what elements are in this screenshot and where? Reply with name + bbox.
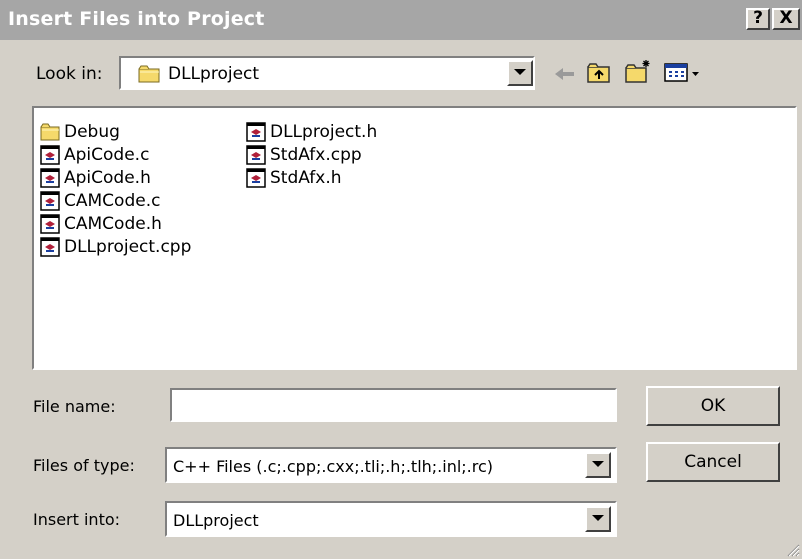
files-of-type-dropdown-button[interactable] <box>585 452 611 478</box>
list-item[interactable]: ApiCode.h <box>40 166 151 190</box>
source-file-icon <box>40 191 60 211</box>
file-name: DLLproject.cpp <box>64 237 192 257</box>
new-folder-icon[interactable] <box>624 58 654 84</box>
window-title: Insert Files into Project <box>8 8 265 30</box>
folder-icon <box>40 123 60 141</box>
chevron-down-icon <box>592 515 604 521</box>
file-name-label: File name: <box>33 397 116 416</box>
help-button[interactable]: ? <box>746 8 770 30</box>
source-file-icon <box>246 145 266 165</box>
cancel-button[interactable]: Cancel <box>646 442 780 482</box>
list-item[interactable]: DLLproject.cpp <box>40 235 191 259</box>
up-folder-icon[interactable] <box>586 62 612 84</box>
list-item[interactable]: CAMCode.h <box>40 212 162 236</box>
file-list[interactable]: Debug ApiCode.c ApiCode.h CAMCode.c CAMC… <box>32 106 797 370</box>
source-file-icon <box>40 214 60 234</box>
look-in-combobox[interactable]: DLLproject <box>119 56 535 90</box>
list-item[interactable]: StdAfx.cpp <box>246 143 362 167</box>
resize-grip-icon[interactable] <box>784 541 800 557</box>
files-of-type-value: C++ Files (.c;.cpp;.cxx;.tli;.h;.tlh;.in… <box>173 457 494 476</box>
file-name: StdAfx.cpp <box>270 145 362 165</box>
insert-files-dialog: Insert Files into Project ? X Look in: D… <box>0 0 802 559</box>
file-name: StdAfx.h <box>270 168 342 188</box>
list-item[interactable]: DLLproject.h <box>246 120 377 144</box>
list-item-folder-debug[interactable]: Debug <box>40 120 120 144</box>
insert-into-dropdown-button[interactable] <box>585 506 611 532</box>
source-file-icon <box>40 237 60 257</box>
list-item[interactable]: CAMCode.c <box>40 189 160 213</box>
file-name: Debug <box>64 122 120 142</box>
file-name: DLLproject.h <box>270 122 378 142</box>
look-in-label: Look in: <box>36 64 103 84</box>
look-in-dropdown-button[interactable] <box>507 60 533 86</box>
folder-icon <box>138 65 160 83</box>
close-button[interactable]: X <box>772 8 800 30</box>
back-arrow-icon[interactable] <box>553 65 577 83</box>
list-item[interactable]: StdAfx.h <box>246 166 342 190</box>
file-name-input[interactable] <box>170 388 617 422</box>
source-file-icon <box>40 145 60 165</box>
title-bar[interactable]: Insert Files into Project ? X <box>0 0 802 40</box>
insert-into-combobox[interactable]: DLLproject <box>165 501 617 537</box>
chevron-down-icon <box>514 69 526 75</box>
source-file-icon <box>246 122 266 142</box>
file-name: CAMCode.c <box>64 191 161 211</box>
file-name: ApiCode.h <box>64 168 151 188</box>
insert-into-label: Insert into: <box>33 510 121 529</box>
file-name: ApiCode.c <box>64 145 150 165</box>
source-file-icon <box>40 168 60 188</box>
view-menu-icon[interactable] <box>664 63 704 83</box>
source-file-icon <box>246 168 266 188</box>
look-in-value: DLLproject <box>168 64 260 84</box>
file-name: CAMCode.h <box>64 214 162 234</box>
files-of-type-combobox[interactable]: C++ Files (.c;.cpp;.cxx;.tli;.h;.tlh;.in… <box>165 447 617 483</box>
files-of-type-label: Files of type: <box>33 456 135 475</box>
insert-into-value: DLLproject <box>173 511 259 530</box>
ok-button[interactable]: OK <box>646 386 780 426</box>
list-item[interactable]: ApiCode.c <box>40 143 149 167</box>
chevron-down-icon <box>592 461 604 467</box>
